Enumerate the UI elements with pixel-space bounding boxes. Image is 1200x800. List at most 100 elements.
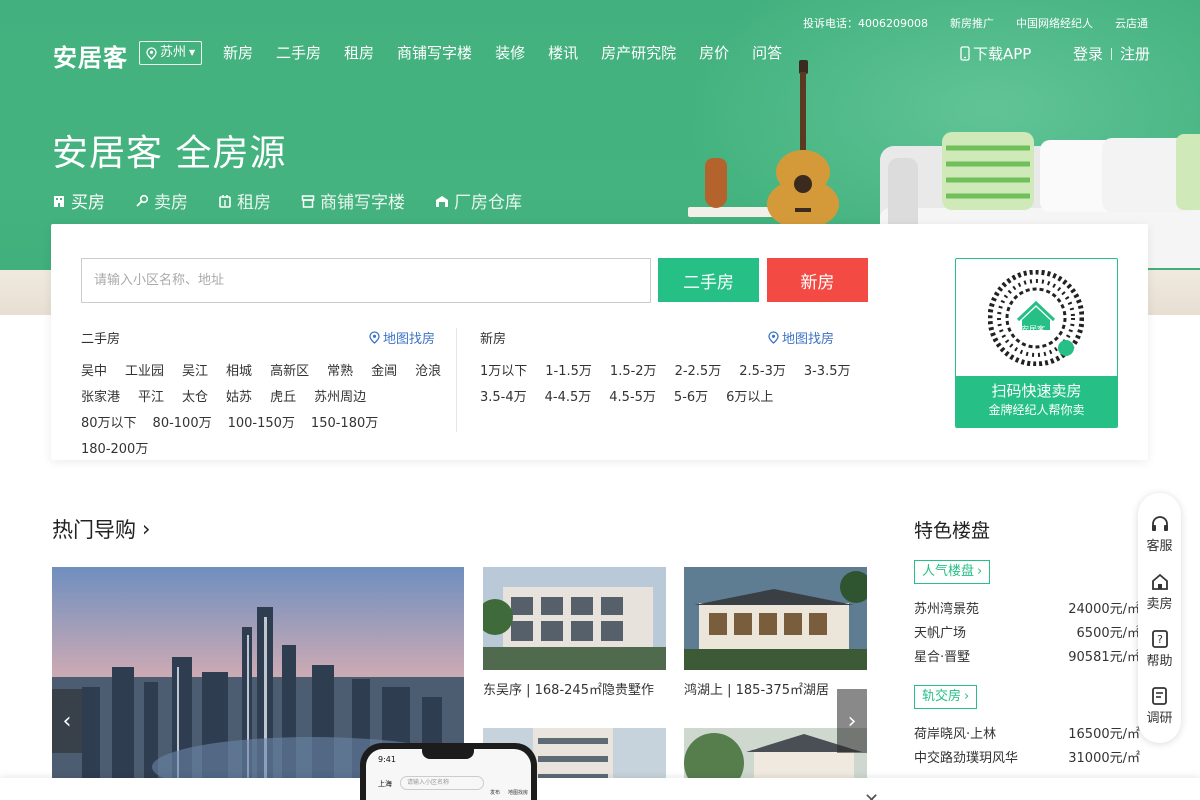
float-sell[interactable]: 卖房 bbox=[1138, 573, 1181, 612]
price-link[interactable]: 3.5-4万 bbox=[480, 385, 527, 411]
close-icon[interactable]: ✕ bbox=[864, 790, 879, 800]
sell-qr-box[interactable]: 安居客 扫码快速卖房 金牌经纪人帮你卖 bbox=[955, 258, 1118, 428]
tag-metro[interactable]: 轨交房 › bbox=[914, 685, 978, 709]
city-selector[interactable]: 苏州 ▼ bbox=[139, 41, 203, 65]
phone-city: 上海 bbox=[378, 780, 392, 788]
nav-news[interactable]: 楼讯 bbox=[548, 43, 578, 63]
featured-item[interactable]: 天帆广场 6500元/㎡ bbox=[914, 622, 1140, 641]
link-new-promo[interactable]: 新房推广 bbox=[950, 15, 994, 31]
nav-prices[interactable]: 房价 bbox=[699, 43, 729, 63]
price-link[interactable]: 4-4.5万 bbox=[545, 385, 592, 411]
price-link[interactable]: 6万以上 bbox=[726, 385, 773, 411]
vase-decoration bbox=[705, 158, 727, 208]
phone-time: 9:41 bbox=[378, 755, 396, 764]
price-link[interactable]: 3-3.5万 bbox=[804, 359, 851, 385]
featured-item[interactable]: 荷岸晓风·上林 16500元/㎡ bbox=[914, 723, 1140, 742]
tag-popular-label: 人气楼盘 bbox=[922, 564, 975, 579]
phone-notch bbox=[422, 749, 474, 759]
download-app-link[interactable]: 下载APP bbox=[960, 43, 1031, 64]
login-link[interactable]: 登录 bbox=[1073, 43, 1103, 64]
area-links: 吴中 工业园 吴江 相城 高新区 常熟 金阊 沧浪 张家港 平江 太仓 姑苏 虎… bbox=[81, 359, 451, 411]
phone-publish: 发布 bbox=[490, 790, 501, 796]
price-link[interactable]: 1-1.5万 bbox=[545, 359, 592, 385]
property-image bbox=[483, 567, 666, 670]
nav-decoration[interactable]: 装修 bbox=[495, 43, 525, 63]
tab-factory[interactable]: 厂房仓库 bbox=[435, 188, 522, 213]
nav-research[interactable]: 房产研究院 bbox=[601, 43, 676, 63]
nav-commercial[interactable]: 商铺写字楼 bbox=[397, 43, 472, 63]
float-survey[interactable]: 调研 bbox=[1138, 687, 1181, 726]
tab-buy[interactable]: 买房 bbox=[52, 188, 105, 231]
property-tile-2[interactable] bbox=[684, 567, 867, 670]
app-download-banner[interactable] bbox=[0, 778, 1200, 800]
carousel-next-button[interactable]: › bbox=[837, 689, 867, 753]
building-icon bbox=[54, 195, 64, 207]
second-hand-header: 二手房 地图找房 bbox=[81, 328, 435, 347]
nav-qa[interactable]: 问答 bbox=[752, 43, 782, 63]
search-tabs: 买房 卖房 租房 商铺写字楼 厂房仓库 bbox=[52, 188, 552, 231]
property-image bbox=[684, 567, 867, 670]
link-agent[interactable]: 中国网络经纪人 bbox=[1016, 15, 1093, 31]
price-link[interactable]: 4.5-5万 bbox=[609, 385, 656, 411]
qr-footer: 扫码快速卖房 金牌经纪人帮你卖 bbox=[956, 376, 1117, 427]
tab-commercial[interactable]: 商铺写字楼 bbox=[301, 188, 405, 213]
area-link[interactable]: 苏州周边 bbox=[314, 385, 366, 411]
price-link[interactable]: 2-2.5万 bbox=[675, 359, 722, 385]
area-link[interactable]: 吴江 bbox=[182, 359, 208, 385]
area-link[interactable]: 虎丘 bbox=[270, 385, 296, 411]
price-link[interactable]: 180-200万 bbox=[81, 437, 148, 463]
hot-guide-title[interactable]: 热门导购 › bbox=[52, 514, 150, 544]
area-link[interactable]: 吴中 bbox=[81, 359, 107, 385]
area-link[interactable]: 金阊 bbox=[371, 359, 397, 385]
search-second-hand-button[interactable]: 二手房 bbox=[658, 258, 759, 302]
featured-item[interactable]: 中交路劲璞玥风华 31000元/㎡ bbox=[914, 747, 1140, 766]
search-card: 二手房 新房 二手房 地图找房 吴中 工业园 吴江 相城 高新区 常熟 金阊 沧… bbox=[51, 224, 1148, 460]
price-link[interactable]: 2.5-3万 bbox=[739, 359, 786, 385]
property-tile-1-caption[interactable]: 东吴序 | 168-245㎡隐贵墅作 bbox=[483, 679, 654, 698]
price-link[interactable]: 5-6万 bbox=[674, 385, 708, 411]
price-link[interactable]: 80-100万 bbox=[153, 411, 212, 437]
new-home-map-link[interactable]: 地图找房 bbox=[768, 328, 834, 347]
tab-sell[interactable]: 卖房 bbox=[135, 188, 188, 213]
hero-slogan: 安居客 全房源 bbox=[52, 133, 287, 174]
search-input[interactable] bbox=[81, 258, 651, 303]
property-price: 90581元/㎡ bbox=[1068, 650, 1140, 665]
property-tile-1[interactable] bbox=[483, 567, 666, 670]
link-cloud-store[interactable]: 云店通 bbox=[1115, 15, 1148, 31]
carousel-prev-button[interactable]: ‹ bbox=[52, 689, 82, 753]
float-customer-service[interactable]: 客服 bbox=[1138, 515, 1181, 554]
price-link[interactable]: 80万以下 bbox=[81, 411, 137, 437]
tag-metro-label: 轨交房 bbox=[922, 689, 962, 704]
area-link[interactable]: 姑苏 bbox=[226, 385, 252, 411]
property-price: 6500元/㎡ bbox=[1076, 626, 1140, 641]
second-hand-map-link[interactable]: 地图找房 bbox=[369, 328, 435, 347]
site-logo[interactable]: 安居客 bbox=[53, 38, 128, 73]
area-link[interactable]: 太仓 bbox=[182, 385, 208, 411]
tab-commercial-label: 商铺写字楼 bbox=[320, 193, 405, 213]
nav-new-homes[interactable]: 新房 bbox=[223, 43, 253, 63]
register-link[interactable]: 注册 bbox=[1120, 43, 1150, 64]
area-link[interactable]: 相城 bbox=[226, 359, 252, 385]
tab-rent[interactable]: 租房 bbox=[218, 188, 271, 213]
featured-item[interactable]: 苏州湾景苑 24000元/㎡ bbox=[914, 598, 1140, 617]
tag-popular[interactable]: 人气楼盘 › bbox=[914, 560, 991, 584]
price-link[interactable]: 100-150万 bbox=[228, 411, 295, 437]
property-tile-2-caption[interactable]: 鸿湖上 | 185-375㎡湖居 bbox=[684, 679, 829, 698]
area-link[interactable]: 常熟 bbox=[327, 359, 353, 385]
float-help[interactable]: ? 帮助 bbox=[1138, 630, 1181, 669]
auth-links: 登录 注册 bbox=[1073, 43, 1150, 64]
chevron-down-icon: ▼ bbox=[189, 48, 196, 57]
new-home-header: 新房 地图找房 bbox=[480, 328, 834, 347]
nav-rent[interactable]: 租房 bbox=[344, 43, 374, 63]
price-link[interactable]: 1.5-2万 bbox=[610, 359, 657, 385]
nav-second-hand[interactable]: 二手房 bbox=[276, 43, 321, 63]
featured-item[interactable]: 星合·晋墅 90581元/㎡ bbox=[914, 646, 1140, 665]
search-new-home-button[interactable]: 新房 bbox=[767, 258, 868, 302]
area-link[interactable]: 沧浪 bbox=[415, 359, 441, 385]
price-link[interactable]: 150-180万 bbox=[311, 411, 378, 437]
area-link[interactable]: 高新区 bbox=[270, 359, 309, 385]
price-link[interactable]: 1万以下 bbox=[480, 359, 527, 385]
area-link[interactable]: 工业园 bbox=[125, 359, 164, 385]
area-link[interactable]: 平江 bbox=[138, 385, 164, 411]
area-link[interactable]: 张家港 bbox=[81, 385, 120, 411]
